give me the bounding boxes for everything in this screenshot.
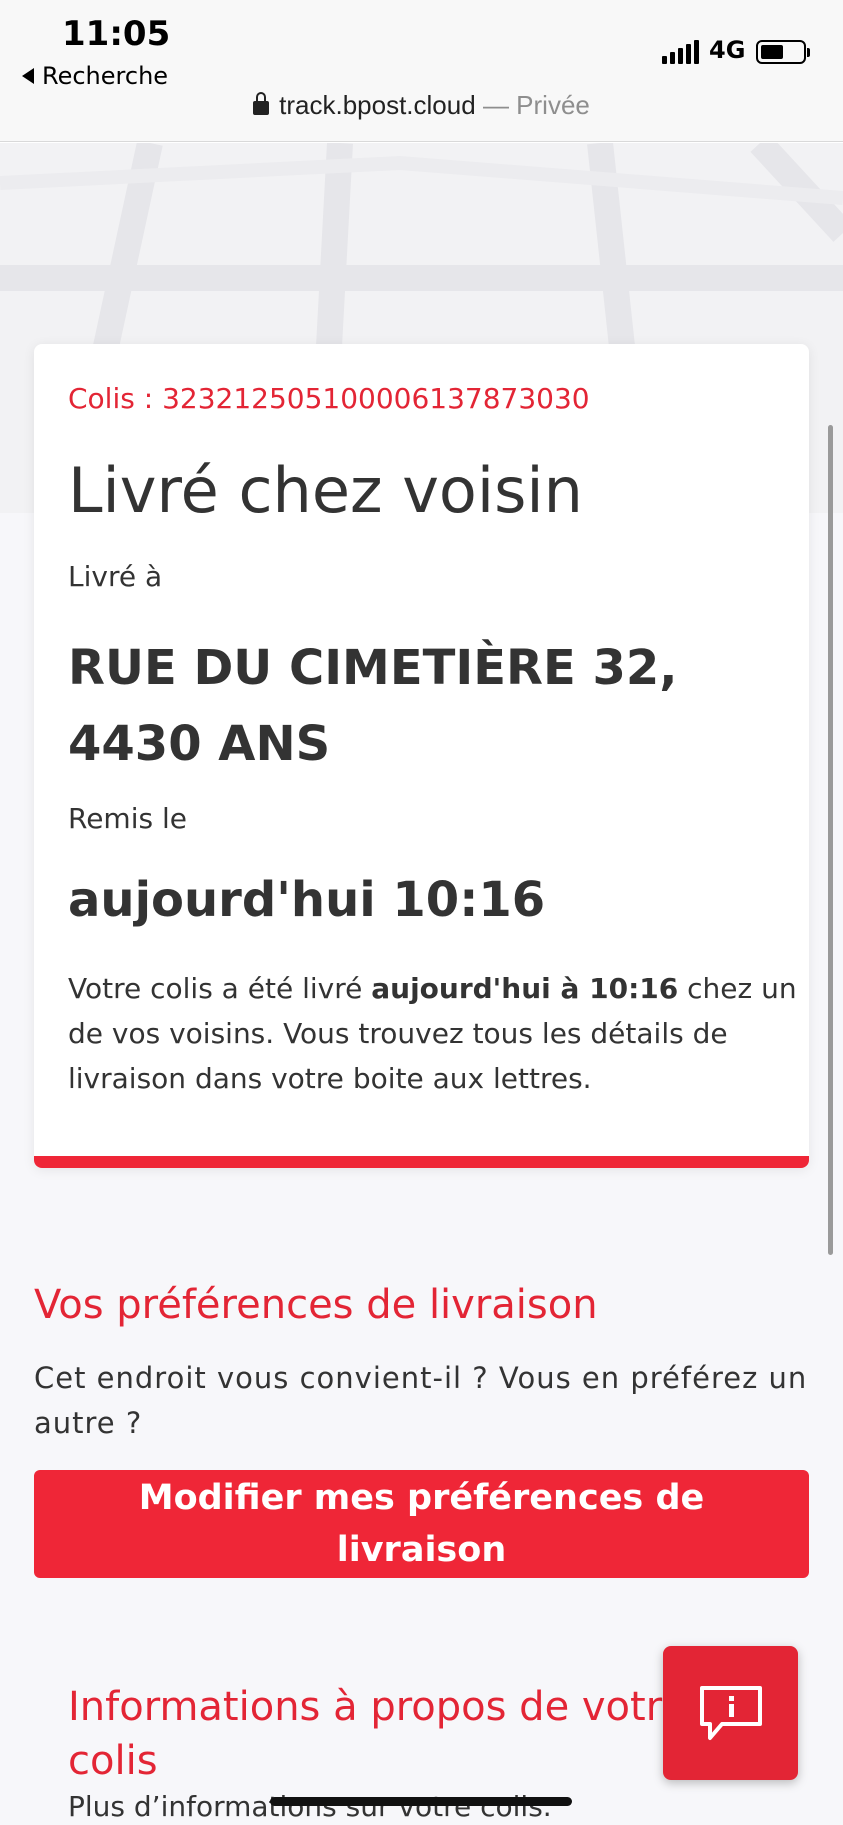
signal-strength-icon [662,40,699,64]
status-time: 11:05 [62,14,171,54]
parcel-info-subtitle: Plus d’informations sur votre colis. [68,1790,552,1823]
back-triangle-icon [22,68,34,84]
parcel-number: Colis : 323212505100006137873030 [68,382,590,415]
browser-top-bar: 11:05 Recherche 4G track.bpost.cloud — P… [0,0,843,142]
handed-label: Remis le [68,802,187,835]
modify-preferences-button[interactable]: Modifier mes préférences de livraison [34,1470,809,1578]
delivery-status-card: Colis : 323212505100006137873030 Livré c… [34,344,809,1168]
card-accent-bar [34,1156,809,1168]
handed-time: aujourd'hui 10:16 [68,872,546,928]
info-chat-bubble-icon [699,1686,762,1740]
privacy-label: — Privée [482,90,590,120]
back-to-search-button[interactable]: Recherche [22,62,168,90]
url-domain: track.bpost.cloud [279,90,476,120]
delivery-address: RUE DU CIMETIÈRE 32, 4430 ANS [68,640,678,772]
lock-icon [253,92,270,115]
delivery-status-title: Livré chez voisin [68,454,583,527]
battery-icon [756,40,810,64]
home-indicator [270,1797,572,1806]
preferences-question: Cet endroit vous convient-il ? Vous en p… [34,1361,808,1440]
address-bar[interactable]: track.bpost.cloud — Privée [0,90,843,121]
preferences-title: Vos préférences de livraison [34,1282,598,1328]
feedback-button[interactable] [663,1646,798,1780]
scrollbar[interactable] [828,425,833,1255]
back-label: Recherche [42,62,169,90]
delivery-description: Votre colis a été livré aujourd'hui à 10… [68,966,798,1101]
description-prefix: Votre colis a été livré [68,972,372,1005]
network-type: 4G [709,36,746,64]
description-emphasis: aujourd'hui à 10:16 [371,972,679,1005]
parcel-info-title: Informations à propos de votre colis [68,1684,686,1784]
delivered-at-label: Livré à [68,560,163,593]
